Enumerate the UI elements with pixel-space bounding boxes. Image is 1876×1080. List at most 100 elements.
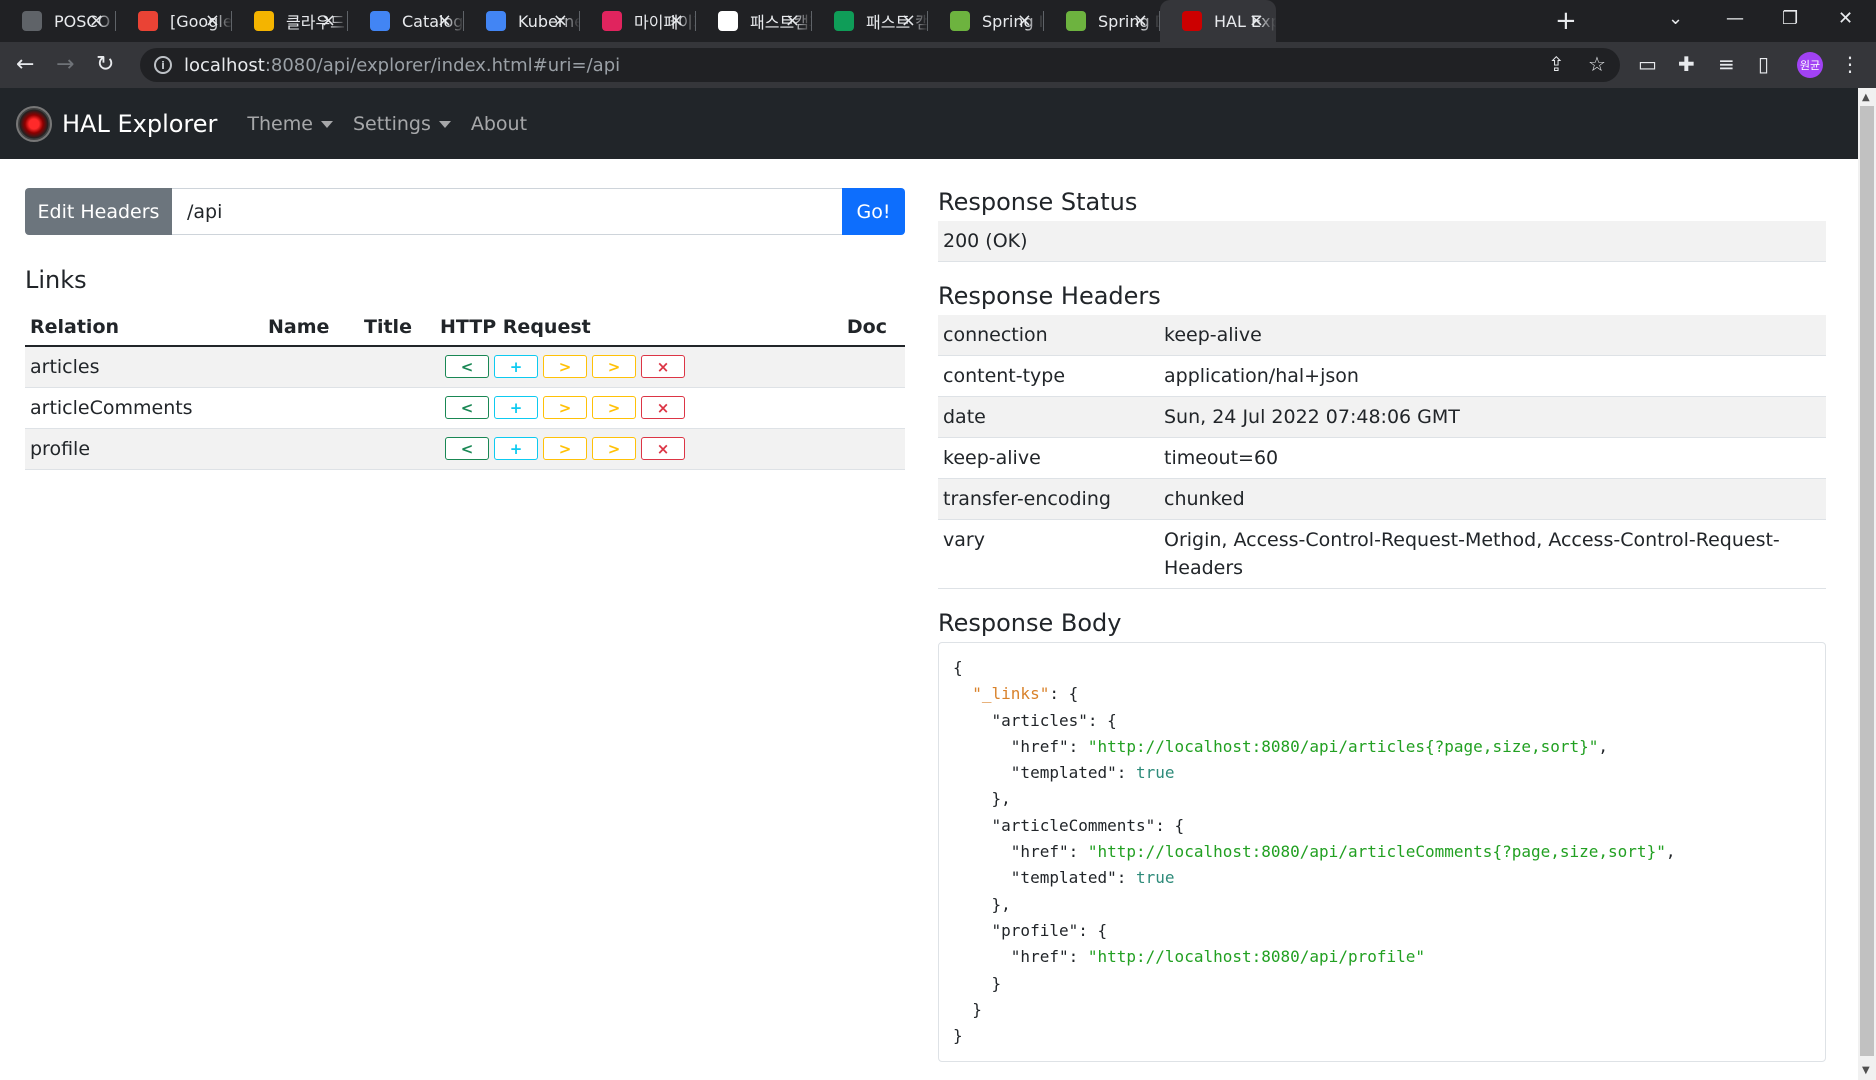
browser-tab[interactable]: 마이페이지× (580, 0, 696, 42)
forward-icon[interactable]: → (56, 52, 74, 77)
uri-input[interactable]: /api (172, 188, 842, 235)
browser-tab[interactable]: Spring Initializr× (928, 0, 1044, 42)
json-line: { (953, 655, 1811, 681)
nav-settings-label: Settings (352, 112, 431, 135)
new-tab-icon[interactable]: + (1555, 6, 1577, 36)
share-icon[interactable]: ⇪ (1548, 52, 1565, 76)
http-put-button[interactable]: > (543, 437, 587, 460)
link-name (263, 346, 359, 388)
gcloud-icon (486, 11, 506, 31)
link-name (263, 428, 359, 470)
uri-input-group: Edit Headers /api Go! (25, 188, 905, 235)
browser-tab[interactable]: Catalog × (348, 0, 464, 42)
navbar-brand[interactable]: HAL Explorer (62, 110, 217, 138)
browser-menu-icon[interactable]: ⋮ (1840, 52, 1860, 76)
scroll-up-icon[interactable]: ▲ (1862, 92, 1870, 103)
scroll-down-icon[interactable]: ▼ (1862, 1065, 1870, 1076)
json-line: } (953, 971, 1811, 997)
close-tab-icon[interactable]: × (669, 10, 684, 31)
link-row: articles < + > > × (25, 346, 905, 388)
browser-tab[interactable]: 패스트캠퍼스× (696, 0, 812, 42)
header-row: keep-alive timeout=60 (938, 437, 1826, 479)
reload-icon[interactable]: ↻ (96, 52, 114, 77)
nav-about-link[interactable]: About (471, 113, 527, 135)
scrollbar-thumb[interactable] (1860, 106, 1874, 1056)
nav-theme-dropdown[interactable]: Theme (247, 113, 333, 135)
profile-avatar[interactable]: 원균 (1797, 52, 1823, 78)
site-info-icon[interactable]: i (154, 56, 172, 74)
json-text: "href": (953, 947, 1088, 967)
edit-headers-button[interactable]: Edit Headers (25, 188, 172, 235)
response-body-json: { "_links": { "articles": { "href": "htt… (953, 655, 1811, 1049)
restore-icon[interactable]: ❐ (1782, 8, 1798, 29)
extensions-icon[interactable]: ✚ (1678, 52, 1695, 76)
http-put-button[interactable]: > (543, 355, 587, 379)
http-request-buttons: < + > > × (440, 437, 830, 460)
tab-search-icon[interactable]: ⌄ (1668, 8, 1683, 29)
close-tab-icon[interactable]: × (1133, 10, 1148, 31)
http-get-button[interactable]: < (445, 355, 489, 379)
close-tab-icon[interactable]: × (89, 10, 104, 31)
browser-tab-title: [Google (170, 11, 232, 31)
browser-tab[interactable]: HAL Explorer× (1160, 0, 1276, 42)
http-patch-button[interactable]: > (592, 437, 636, 460)
http-delete-button[interactable]: × (641, 396, 685, 419)
json-string: "http://localhost:8080/api/articleCommen… (1087, 842, 1666, 862)
json-line: "href": "http://localhost:8080/api/artic… (953, 734, 1811, 760)
http-put-button[interactable]: > (543, 396, 587, 419)
spring-icon (950, 11, 970, 31)
browser-tab-title: 패스트 캠퍼스 (866, 13, 928, 32)
http-post-button[interactable]: + (494, 396, 538, 419)
close-tab-icon[interactable]: × (901, 10, 916, 31)
close-tab-icon[interactable]: × (205, 10, 220, 31)
back-icon[interactable]: ← (16, 52, 34, 77)
cast-icon[interactable]: ▭ (1638, 52, 1657, 76)
json-text: }, (953, 894, 1011, 914)
links-table-header: Relation Name Title HTTP Request Doc (25, 308, 905, 347)
http-patch-button[interactable]: > (592, 396, 636, 419)
close-tab-icon[interactable]: × (1249, 10, 1264, 31)
response-headers-heading: Response Headers (938, 282, 1161, 310)
json-text: "href": (953, 842, 1088, 862)
nav-settings-dropdown[interactable]: Settings (353, 113, 451, 135)
http-patch-button[interactable]: > (592, 355, 636, 379)
links-heading: Links (25, 266, 87, 294)
col-name: Name (263, 308, 359, 347)
close-tab-icon[interactable]: × (553, 10, 568, 31)
hal-icon (1182, 11, 1202, 31)
link-http-request: < + > > × (435, 346, 835, 388)
browser-tab[interactable]: POSCO ICT× (0, 0, 116, 42)
browser-tab[interactable]: Kubernetes× (464, 0, 580, 42)
address-url[interactable]: localhost:8080/api/explorer/index.html#u… (184, 55, 620, 76)
close-tab-icon[interactable]: × (785, 10, 800, 31)
col-title: Title (359, 308, 435, 347)
app-navbar: HAL Explorer Theme Settings About (0, 88, 1858, 159)
http-post-button[interactable]: + (494, 437, 538, 460)
response-headers-table: connection keep-alive content-type applicat… (938, 315, 1826, 589)
reading-list-icon[interactable]: ≡ (1718, 52, 1735, 76)
close-tab-icon[interactable]: × (1017, 10, 1032, 31)
page-scrollbar[interactable]: ▲ ▼ (1858, 88, 1876, 1080)
http-get-button[interactable]: < (445, 396, 489, 419)
side-panel-icon[interactable]: ▯ (1758, 52, 1769, 76)
link-doc (835, 428, 905, 470)
http-post-button[interactable]: + (494, 355, 538, 379)
http-get-button[interactable]: < (445, 437, 489, 460)
header-value: keep-alive (1159, 315, 1826, 356)
close-window-icon[interactable]: ✕ (1838, 8, 1853, 29)
browser-tab[interactable]: 클라우드 × (232, 0, 348, 42)
http-delete-button[interactable]: × (641, 437, 685, 460)
bookmark-star-icon[interactable]: ☆ (1588, 52, 1606, 76)
http-delete-button[interactable]: × (641, 355, 685, 379)
browser-toolbar: ← → ↻ i localhost:8080/api/explorer/inde… (0, 42, 1876, 88)
go-button[interactable]: Go! (842, 188, 905, 235)
minimize-icon[interactable]: — (1726, 8, 1744, 29)
close-tab-icon[interactable]: × (437, 10, 452, 31)
json-key: "_links" (972, 684, 1050, 704)
close-tab-icon[interactable]: × (321, 10, 336, 31)
browser-tab[interactable]: 패스트 캠퍼스× (812, 0, 928, 42)
browser-tab[interactable]: [Google × (116, 0, 232, 42)
browser-tab[interactable]: Spring Data× (1044, 0, 1160, 42)
address-bar[interactable]: i localhost:8080/api/explorer/index.html… (140, 48, 1620, 82)
gcloud-icon (370, 11, 390, 31)
